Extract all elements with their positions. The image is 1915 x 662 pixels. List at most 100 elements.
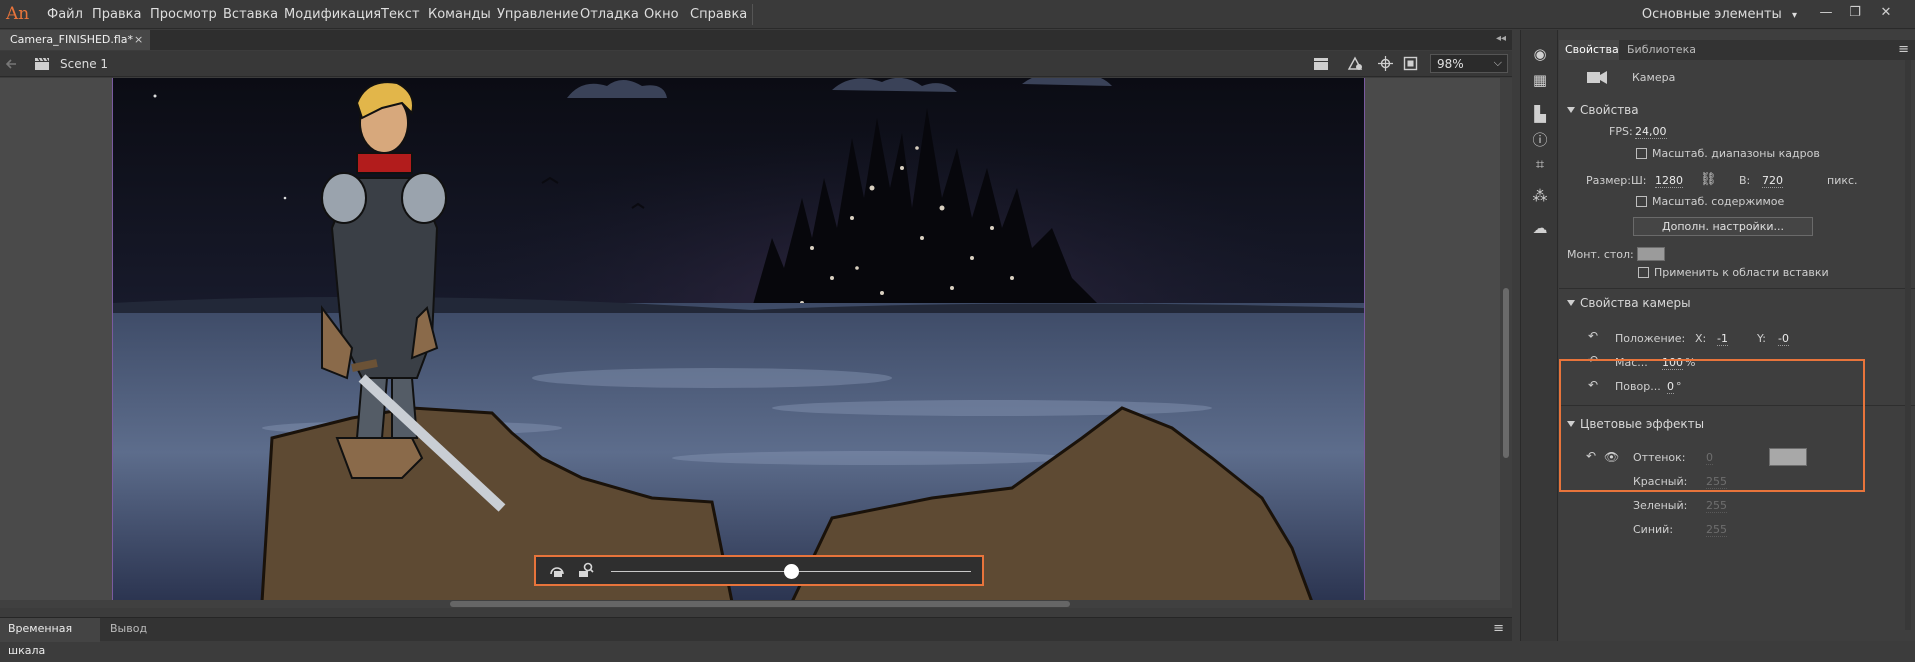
collapse-triangle-icon[interactable] — [1567, 107, 1575, 113]
object-type-label: Камера — [1632, 71, 1676, 84]
scene-clapper-icon — [35, 57, 49, 70]
cc-libraries-icon[interactable]: ☁ — [1530, 218, 1550, 238]
height-label: В: — [1739, 174, 1751, 187]
green-field[interactable]: 255 — [1706, 499, 1727, 513]
chevron-down-icon: ⌵ — [1493, 56, 1502, 69]
workspace-switcher[interactable]: Основные элементы ▾ — [1642, 7, 1797, 22]
vertical-scrollbar[interactable] — [1500, 78, 1512, 608]
blue-field[interactable]: 255 — [1706, 523, 1727, 537]
collapse-panel-icon[interactable]: ◂◂ — [1496, 33, 1506, 44]
panel-menu-icon[interactable]: ≡ — [1898, 42, 1909, 57]
back-arrow-icon[interactable] — [6, 58, 18, 70]
close-window-button[interactable]: ✕ — [1876, 4, 1896, 22]
reset-position-icon[interactable]: ↶ — [1588, 329, 1598, 343]
info-icon[interactable]: ⓘ — [1530, 130, 1550, 150]
horizontal-scrollbar[interactable] — [0, 600, 1500, 608]
collapse-triangle-icon[interactable] — [1567, 300, 1575, 306]
minimize-button[interactable]: — — [1816, 4, 1836, 22]
panel-scrollbar[interactable] — [1905, 60, 1911, 630]
section-properties-title[interactable]: Свойства — [1580, 103, 1639, 117]
menu-window[interactable]: Окно — [644, 7, 679, 22]
green-label: Зеленый: — [1633, 499, 1688, 512]
document-tab[interactable]: Camera_FINISHED.fla* × — [0, 30, 150, 50]
height-field[interactable]: 720 — [1762, 174, 1783, 188]
document-tab-title: Camera_FINISHED.fla* — [10, 33, 134, 46]
menu-edit[interactable]: Правка — [92, 7, 141, 22]
stage-artwork[interactable] — [112, 78, 1364, 602]
camera-control-bar — [534, 555, 984, 586]
align-icon[interactable]: ▙ — [1530, 104, 1550, 124]
properties-panel: Свойства Библиотека ≡ Камера Свойства FP… — [1559, 30, 1915, 641]
swatches-icon[interactable]: ▦ — [1530, 70, 1550, 90]
width-label: Ш: — [1631, 174, 1647, 187]
blue-label: Синий: — [1633, 523, 1674, 536]
menu-help[interactable]: Справка — [690, 7, 747, 22]
fps-label: FPS: — [1609, 125, 1633, 138]
edit-bar: Scene 1 98% ⌵ — [0, 51, 1512, 77]
zoom-select[interactable]: 98% ⌵ — [1430, 54, 1508, 73]
menu-file[interactable]: Файл — [47, 7, 83, 22]
components-icon[interactable]: ⁂ — [1530, 186, 1550, 206]
bottom-panel-tabs: Временная шкала Вывод ≡ — [0, 617, 1512, 657]
chevron-down-icon: ▾ — [1791, 10, 1797, 21]
units-label: пикс. — [1827, 174, 1858, 187]
camera-object-icon — [1587, 71, 1607, 84]
scale-spans-label: Масштаб. диапазоны кадров — [1652, 147, 1820, 160]
tab-library[interactable]: Библиотека — [1627, 40, 1696, 60]
scale-content-checkbox[interactable] — [1636, 196, 1647, 207]
menu-bar: An Файл Правка Просмотр Вставка Модифика… — [0, 0, 1915, 29]
vertical-scroll-thumb[interactable] — [1503, 288, 1509, 458]
stage-area[interactable] — [0, 78, 1512, 608]
panel-tab-bar: Свойства Библиотека ≡ — [1559, 40, 1915, 60]
position-label: Положение: — [1615, 332, 1686, 345]
horizontal-scroll-thumb[interactable] — [450, 601, 1070, 607]
section-camera-title[interactable]: Свойства камеры — [1580, 296, 1691, 310]
tab-output[interactable]: Вывод — [110, 618, 147, 640]
menu-control[interactable]: Управление — [497, 7, 579, 22]
app-logo: An — [6, 4, 30, 24]
restore-button[interactable]: ❐ — [1845, 4, 1865, 22]
stage-color-swatch[interactable] — [1637, 247, 1665, 261]
scale-content-label: Масштаб. содержимое — [1652, 195, 1785, 208]
x-field[interactable]: -1 — [1717, 332, 1728, 346]
clip-content-icon[interactable] — [1403, 56, 1418, 71]
center-stage-icon[interactable] — [1378, 56, 1393, 71]
workspace-label: Основные элементы — [1641, 7, 1782, 22]
y-label: Y: — [1757, 332, 1766, 345]
camera-tool-icon[interactable]: ◉ — [1530, 44, 1550, 64]
apply-paste-checkbox[interactable] — [1638, 267, 1649, 278]
edit-symbols-icon[interactable] — [1346, 55, 1364, 72]
size-label: Размер: — [1586, 174, 1631, 187]
document-tab-bar: Camera_FINISHED.fla* × ◂◂ — [0, 30, 1512, 50]
menu-text[interactable]: Текст — [381, 7, 420, 22]
menu-commands[interactable]: Команды — [428, 7, 491, 22]
tab-properties[interactable]: Свойства — [1559, 40, 1619, 60]
panel-menu-icon[interactable]: ≡ — [1493, 621, 1504, 636]
camera-slider-knob[interactable] — [784, 564, 799, 579]
menu-insert[interactable]: Вставка — [223, 7, 278, 22]
camera-zoom-icon[interactable] — [577, 562, 595, 580]
camera-properties-highlight — [1559, 359, 1865, 492]
tab-timeline[interactable]: Временная шкала — [0, 618, 100, 657]
advanced-settings-button[interactable]: Дополн. настройки... — [1633, 217, 1813, 236]
stage-color-label: Монт. стол: — [1567, 248, 1634, 261]
transform-icon[interactable]: ⌗ — [1530, 154, 1550, 174]
width-field[interactable]: 1280 — [1655, 174, 1683, 188]
apply-paste-label: Применить к области вставки — [1654, 266, 1829, 279]
stage-border-right — [1364, 78, 1365, 602]
close-tab-icon[interactable]: × — [134, 30, 143, 50]
x-label: X: — [1695, 332, 1707, 345]
menu-modify[interactable]: Модификация — [284, 7, 381, 22]
menu-debug[interactable]: Отладка — [580, 7, 639, 22]
menu-divider — [752, 4, 753, 25]
link-icon[interactable]: ⛓ — [1700, 172, 1717, 187]
scale-spans-checkbox[interactable] — [1636, 148, 1647, 159]
camera-rotate-icon[interactable] — [548, 563, 566, 579]
edit-scene-icon[interactable] — [1313, 56, 1329, 71]
section-divider — [1559, 288, 1915, 289]
menu-view[interactable]: Просмотр — [150, 7, 217, 22]
scene-label[interactable]: Scene 1 — [60, 57, 108, 71]
fps-field[interactable]: 24,00 — [1635, 125, 1667, 139]
stage-border-left — [112, 78, 113, 602]
y-field[interactable]: -0 — [1778, 332, 1789, 346]
